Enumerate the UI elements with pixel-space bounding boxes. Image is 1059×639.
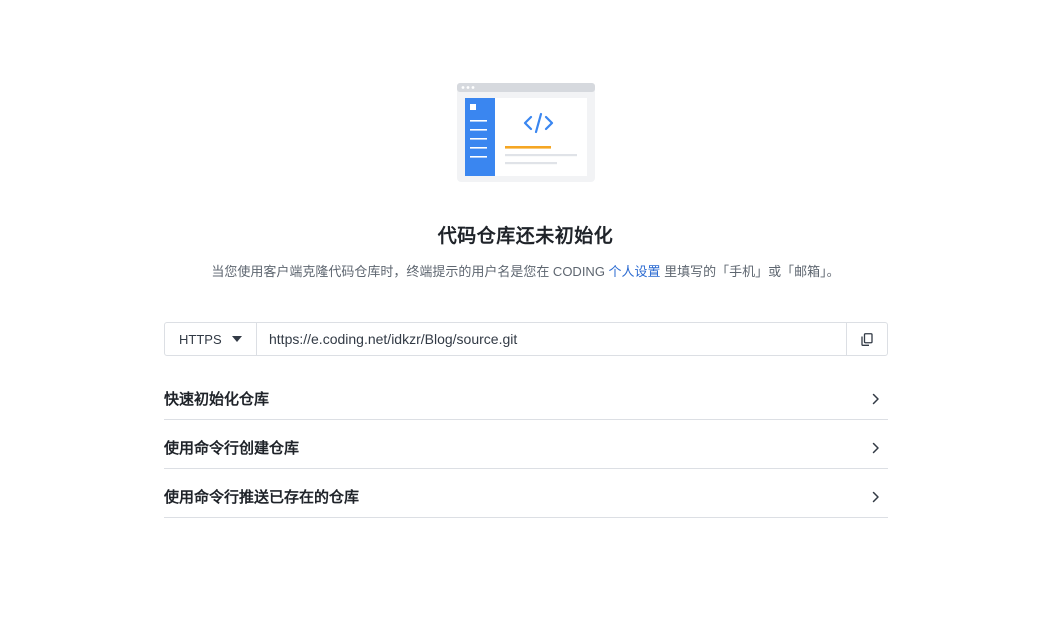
chevron-right-icon [866, 438, 886, 458]
copy-icon [861, 332, 873, 346]
setup-guide-list: 快速初始化仓库 使用命令行创建仓库 使用命令行推送已存在的仓库 [164, 372, 888, 519]
section-label: 使用命令行创建仓库 [164, 440, 300, 457]
clone-hint: 当您使用客户端克隆代码仓库时，终端提示的用户名是您在 CODING 个人设置 里… [0, 262, 1051, 282]
personal-settings-link[interactable]: 个人设置 [609, 264, 661, 279]
clone-hint-text-before: 当您使用客户端克隆代码仓库时，终端提示的用户名是您在 CODING [211, 264, 609, 279]
repo-empty-page: 代码仓库还未初始化 当您使用客户端克隆代码仓库时，终端提示的用户名是您在 COD… [0, 0, 1059, 639]
clone-url-bar: HTTPS [164, 322, 888, 356]
caret-down-icon [232, 336, 242, 342]
chevron-right-icon [866, 389, 886, 409]
section-label: 快速初始化仓库 [164, 391, 270, 408]
section-create-via-cli[interactable]: 使用命令行创建仓库 [164, 421, 888, 469]
chevron-right-icon [866, 487, 886, 507]
protocol-label: HTTPS [179, 331, 222, 347]
protocol-select[interactable]: HTTPS [165, 323, 257, 355]
copy-url-button[interactable] [846, 323, 887, 355]
code-window-illustration [457, 83, 595, 182]
section-push-existing[interactable]: 使用命令行推送已存在的仓库 [164, 470, 888, 518]
section-label: 使用命令行推送已存在的仓库 [164, 489, 360, 506]
section-quick-init[interactable]: 快速初始化仓库 [164, 372, 888, 420]
page-title: 代码仓库还未初始化 [437, 226, 614, 247]
clone-url-input[interactable] [257, 323, 846, 355]
clone-hint-text-after: 里填写的「手机」或「邮箱」。 [660, 264, 840, 279]
